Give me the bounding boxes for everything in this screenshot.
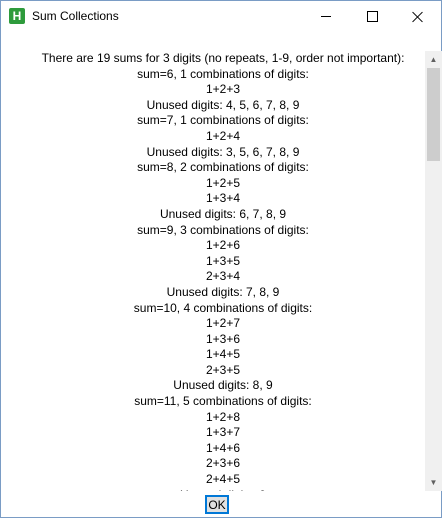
- sums-list: There are 19 sums for 3 digits (no repea…: [22, 51, 424, 491]
- scroll-up-icon[interactable]: ▲: [425, 51, 442, 68]
- list-item: sum=8, 2 combinations of digits:: [137, 160, 309, 175]
- list-item: Unused digits: 4, 5, 6, 7, 8, 9: [146, 97, 300, 112]
- minimize-button[interactable]: [303, 1, 349, 32]
- list-item: Unused digits: 8, 9: [173, 378, 273, 393]
- app-icon: H: [9, 8, 25, 24]
- sums-listbox[interactable]: There are 19 sums for 3 digits (no repea…: [22, 51, 442, 491]
- scroll-down-icon[interactable]: ▼: [425, 474, 442, 491]
- list-item: sum=11, 5 combinations of digits:: [134, 394, 312, 409]
- list-item: Unused digits: 6, 7, 8, 9: [159, 206, 287, 221]
- list-item: 1+3+4: [205, 191, 241, 206]
- scroll-thumb[interactable]: [427, 68, 440, 161]
- list-item: 1+2+3: [205, 82, 241, 97]
- dialog-window: H Sum Collections There are 19 sums for …: [0, 0, 442, 518]
- list-item: 1+3+5: [205, 253, 241, 268]
- list-item: 2+3+5: [205, 362, 241, 377]
- list-item: Unused digits: 7, 8, 9: [166, 284, 280, 299]
- list-item: 1+2+8: [205, 409, 241, 424]
- list-item: sum=7, 1 combinations of digits:: [137, 113, 309, 128]
- window-title: Sum Collections: [32, 9, 119, 23]
- vertical-scrollbar[interactable]: ▲ ▼: [425, 51, 442, 491]
- maximize-icon: [366, 11, 378, 22]
- list-item: 2+3+6: [205, 456, 241, 471]
- dialog-content: There are 19 sums for 3 digits (no repea…: [2, 32, 442, 517]
- list-item: 1+2+4: [205, 128, 241, 143]
- close-icon: [412, 11, 424, 23]
- list-item: Unused digits: 3, 5, 6, 7, 8, 9: [146, 144, 300, 159]
- list-item: 1+4+5: [205, 347, 241, 362]
- list-item: 1+2+7: [205, 316, 241, 331]
- minimize-icon: [321, 16, 331, 17]
- list-item: 1+2+5: [205, 175, 241, 190]
- list-item: There are 19 sums for 3 digits (no repea…: [41, 51, 405, 65]
- list-item: 1+3+7: [205, 425, 241, 440]
- title-bar[interactable]: H Sum Collections: [1, 1, 441, 32]
- sums-text-area: There are 19 sums for 3 digits (no repea…: [22, 51, 424, 491]
- list-item: 1+2+6: [205, 238, 241, 253]
- list-item: 2+4+5: [205, 472, 241, 487]
- ok-button[interactable]: OK: [205, 495, 229, 514]
- list-item: 1+4+6: [205, 440, 241, 455]
- maximize-button[interactable]: [349, 1, 395, 32]
- list-item: sum=9, 3 combinations of digits:: [137, 222, 309, 237]
- list-item: Unused digits: 9: [22, 488, 424, 491]
- list-item: 1+3+6: [205, 331, 241, 346]
- list-item: sum=10, 4 combinations of digits:: [133, 300, 313, 315]
- close-button[interactable]: [395, 1, 441, 32]
- list-item: sum=6, 1 combinations of digits:: [137, 66, 309, 81]
- list-item: 2+3+4: [205, 269, 241, 284]
